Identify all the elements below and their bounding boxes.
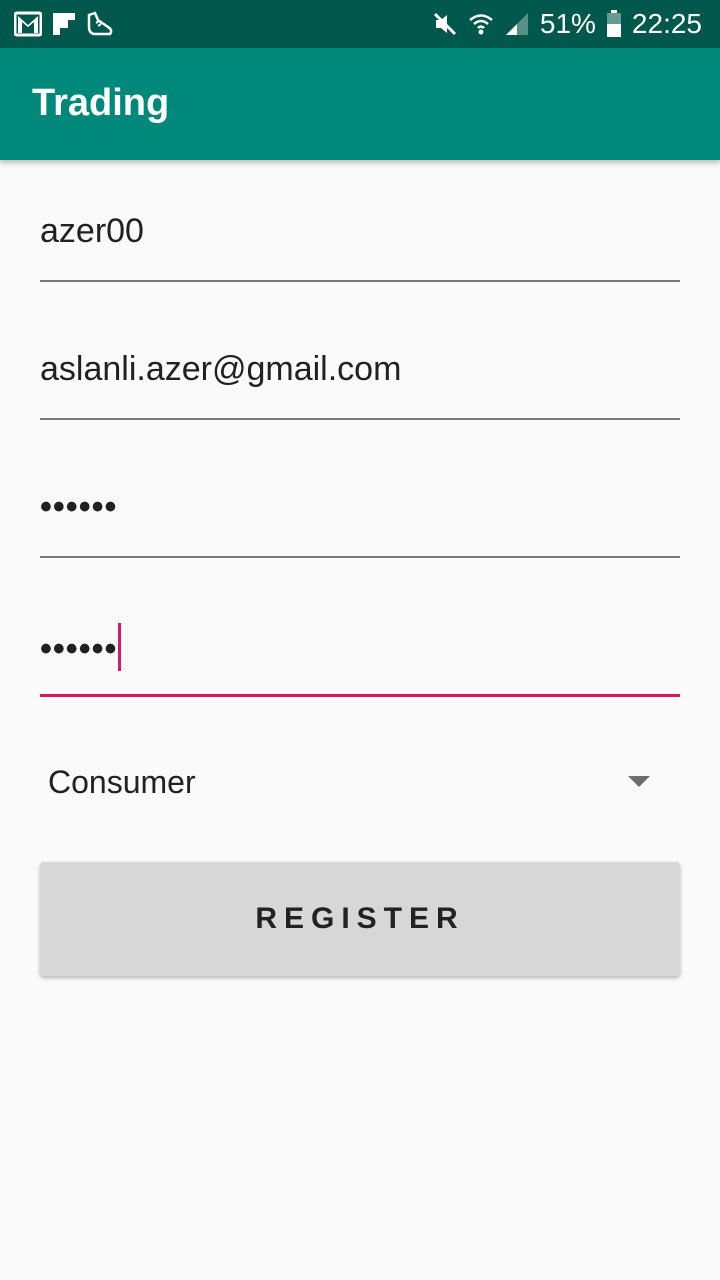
password-value: ••••••: [40, 488, 118, 526]
confirm-password-value: ••••••: [40, 629, 118, 668]
app-title: Trading: [32, 82, 170, 124]
password-field[interactable]: ••••••: [40, 478, 680, 558]
role-selected-value: Consumer: [48, 764, 196, 800]
app-bar: Trading: [0, 48, 720, 160]
sneaker-icon: [86, 11, 114, 37]
text-cursor: [118, 623, 122, 671]
system-status: 51% 22:25: [432, 6, 702, 42]
status-bar: 51% 22:25: [0, 0, 720, 48]
mute-icon: [432, 11, 458, 37]
clock: 22:25: [631, 8, 702, 39]
password-underline: [40, 556, 680, 558]
register-button[interactable]: REGISTER: [40, 862, 680, 976]
flipboard-icon: [52, 12, 76, 36]
signal-icon: [504, 11, 530, 37]
gmail-icon: [14, 11, 42, 37]
email-value: aslanli.azer@gmail.com: [40, 350, 402, 388]
notification-icons: [14, 8, 114, 40]
wifi-icon: [468, 11, 494, 37]
role-dropdown[interactable]: Consumer: [40, 742, 680, 822]
confirm-password-underline: [40, 694, 680, 697]
confirm-password-wrapper: ••••••: [40, 623, 122, 675]
username-field[interactable]: azer00: [40, 202, 680, 282]
username-value: azer00: [40, 212, 144, 250]
email-field[interactable]: aslanli.azer@gmail.com: [40, 340, 680, 420]
username-underline: [40, 280, 680, 282]
dropdown-arrow-icon: [628, 776, 650, 787]
battery-percent: 51%: [539, 8, 596, 39]
battery-icon: [606, 10, 622, 38]
confirm-password-field[interactable]: ••••••: [40, 617, 680, 697]
email-underline: [40, 418, 680, 420]
